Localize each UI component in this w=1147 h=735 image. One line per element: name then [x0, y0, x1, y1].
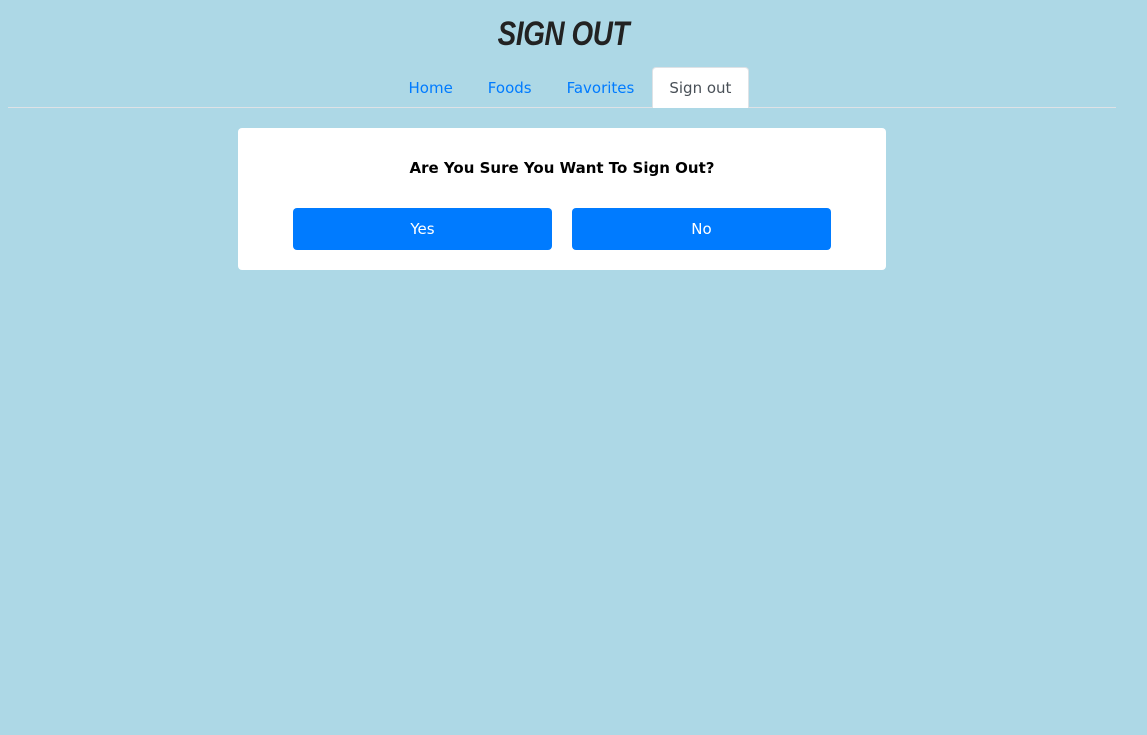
tab-home[interactable]: Home	[391, 67, 470, 107]
tab-sign-out[interactable]: Sign out	[651, 67, 749, 108]
yes-button[interactable]: Yes	[293, 208, 552, 250]
sign-out-dialog: Are You Sure You Want To Sign Out? Yes N…	[238, 128, 886, 270]
tab-foods[interactable]: Foods	[470, 67, 549, 107]
nav-item-favorites: Favorites	[549, 67, 652, 108]
nav-tabs: Home Foods Favorites Sign out	[8, 67, 1116, 108]
tab-favorites[interactable]: Favorites	[549, 67, 652, 107]
page-title: SIGN OUT	[497, 15, 630, 53]
dialog-question: Are You Sure You Want To Sign Out?	[409, 159, 715, 177]
nav-item-home: Home	[391, 67, 470, 108]
nav-item-foods: Foods	[470, 67, 549, 108]
no-button[interactable]: No	[572, 208, 831, 250]
nav-list: Home Foods Favorites Sign out	[391, 67, 749, 108]
nav-item-sign-out: Sign out	[651, 67, 749, 108]
